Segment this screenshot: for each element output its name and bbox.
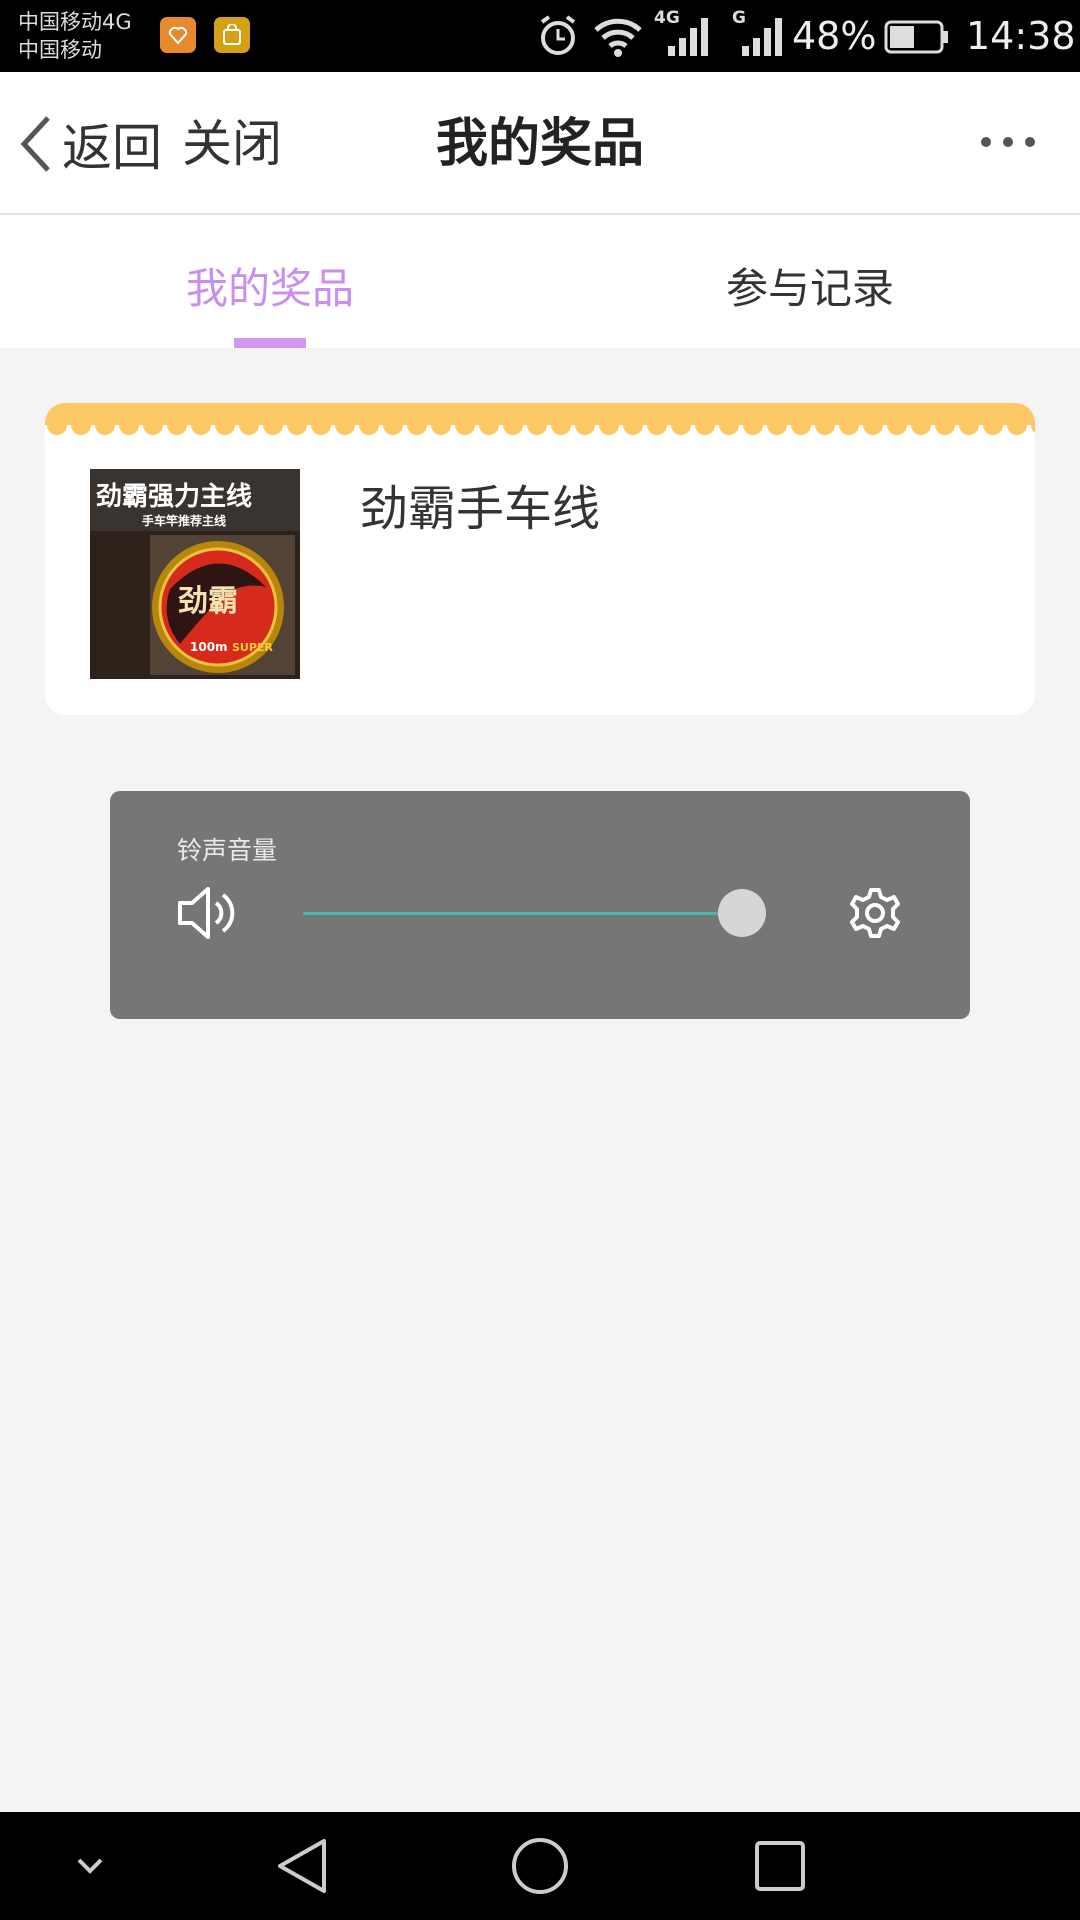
prize-image-subtitle: 手车竿推荐主线 (142, 513, 226, 528)
status-bar: 中国移动4G 中国移动 4G G 48% 14:38 (0, 0, 1080, 72)
tab-participation-records[interactable]: 参与记录 (726, 255, 894, 316)
volume-slider-track[interactable] (303, 912, 742, 915)
volume-label: 铃声音量 (177, 836, 278, 865)
tab-my-prizes[interactable]: 我的奖品 (186, 255, 354, 316)
alarm-icon (540, 15, 576, 55)
more-dots-icon[interactable] (978, 127, 1038, 157)
wifi-icon (594, 18, 642, 57)
heart-app-notification-icon (160, 17, 196, 53)
prize-name[interactable]: 劲霸手车线 (360, 469, 600, 539)
carrier-1: 中国移动4G (18, 10, 132, 34)
app-header: 返回 关闭 我的奖品 (0, 72, 1080, 215)
prize-image-title: 劲霸强力主线 (96, 482, 252, 512)
ringtone-volume-panel: 铃声音量 (110, 791, 970, 1019)
card-scalloped-band (45, 403, 1035, 435)
battery-percent: 48% (792, 14, 877, 58)
signal-g-icon (742, 18, 782, 56)
back-triangle-icon[interactable] (262, 1812, 342, 1920)
volume-slider-thumb[interactable] (717, 889, 766, 937)
back-button[interactable]: 返回 (18, 112, 162, 177)
chevron-down-icon[interactable] (60, 1812, 120, 1920)
prize-image-logo: 劲霸 (178, 584, 238, 619)
page-title: 我的奖品 (435, 114, 644, 174)
prize-card[interactable]: 劲霸强力主线 手车竿推荐主线 劲霸 100m SUPER 劲霸手车线 (45, 403, 1035, 715)
speaker-icon[interactable] (176, 883, 240, 943)
recents-square-icon[interactable] (740, 1812, 820, 1920)
signal-4g-icon (668, 18, 708, 56)
carrier-info: 中国移动4G 中国移动 (18, 8, 132, 64)
shopping-bag-notification-icon (214, 17, 250, 53)
prize-image-brand: SUPER (232, 641, 273, 654)
clock: 14:38 (966, 14, 1076, 58)
gear-icon[interactable] (848, 886, 902, 940)
chevron-left-icon (20, 116, 50, 172)
system-nav-bar (0, 1812, 1080, 1920)
carrier-2: 中国移动 (18, 38, 102, 62)
tab-bar: 我的奖品 参与记录 (0, 215, 1080, 348)
battery-icon (884, 20, 948, 54)
close-button[interactable]: 关闭 (182, 112, 282, 176)
active-tab-indicator (234, 338, 306, 348)
prize-image-length: 100m (190, 640, 228, 654)
prize-image[interactable]: 劲霸强力主线 手车竿推荐主线 劲霸 100m SUPER (90, 469, 300, 679)
back-label: 返回 (62, 119, 162, 177)
home-circle-icon[interactable] (500, 1812, 580, 1920)
